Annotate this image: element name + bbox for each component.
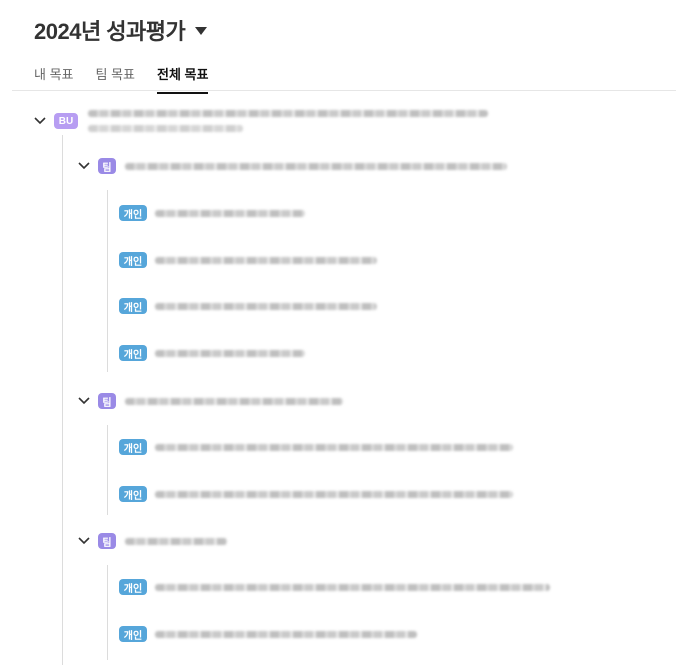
- chevron-down-icon[interactable]: [76, 158, 92, 174]
- personal-badge: 개인: [119, 626, 147, 642]
- bu-badge: BU: [54, 113, 78, 129]
- tree-guide-line: [107, 565, 108, 660]
- personal-goal-title: [155, 630, 417, 638]
- personal-goal-title: [155, 490, 513, 498]
- chevron-down-icon[interactable]: [76, 393, 92, 409]
- personal-badge: 개인: [119, 298, 147, 314]
- tree-guide-line: [107, 190, 108, 372]
- personal-goal-title: [155, 443, 513, 451]
- personal-goal-row[interactable]: 개인: [119, 345, 305, 361]
- personal-goal-title: [155, 302, 377, 310]
- personal-badge: 개인: [119, 439, 147, 455]
- personal-badge: 개인: [119, 579, 147, 595]
- personal-goal-title: [155, 256, 377, 264]
- team-goal-title: [125, 397, 343, 405]
- personal-badge: 개인: [119, 252, 147, 268]
- team-goal-title: [125, 537, 227, 545]
- team-badge: 팀: [98, 533, 116, 549]
- personal-goal-title: [155, 583, 550, 591]
- personal-goal-row[interactable]: 개인: [119, 486, 513, 502]
- personal-goal-row[interactable]: 개인: [119, 626, 417, 642]
- bu-goal-row[interactable]: BU: [32, 110, 488, 132]
- personal-badge: 개인: [119, 345, 147, 361]
- bu-goal-title: [88, 110, 488, 132]
- personal-badge: 개인: [119, 486, 147, 502]
- tree-guide-line: [62, 135, 63, 665]
- team-goal-title: [125, 162, 507, 170]
- goal-tree: BU 팀 개인 개인 개인 개인 팀 개인 개인 팀 개인 개인: [0, 0, 676, 665]
- personal-goal-row[interactable]: 개인: [119, 439, 513, 455]
- chevron-down-icon[interactable]: [32, 113, 48, 129]
- personal-goal-title: [155, 349, 305, 357]
- team-goal-row[interactable]: 팀: [76, 533, 227, 549]
- personal-goal-row[interactable]: 개인: [119, 579, 550, 595]
- personal-goal-title: [155, 209, 305, 217]
- team-goal-row[interactable]: 팀: [76, 393, 343, 409]
- personal-goal-row[interactable]: 개인: [119, 252, 377, 268]
- personal-badge: 개인: [119, 205, 147, 221]
- tree-guide-line: [107, 425, 108, 515]
- chevron-down-icon[interactable]: [76, 533, 92, 549]
- team-badge: 팀: [98, 158, 116, 174]
- personal-goal-row[interactable]: 개인: [119, 298, 377, 314]
- team-goal-row[interactable]: 팀: [76, 158, 507, 174]
- personal-goal-row[interactable]: 개인: [119, 205, 305, 221]
- team-badge: 팀: [98, 393, 116, 409]
